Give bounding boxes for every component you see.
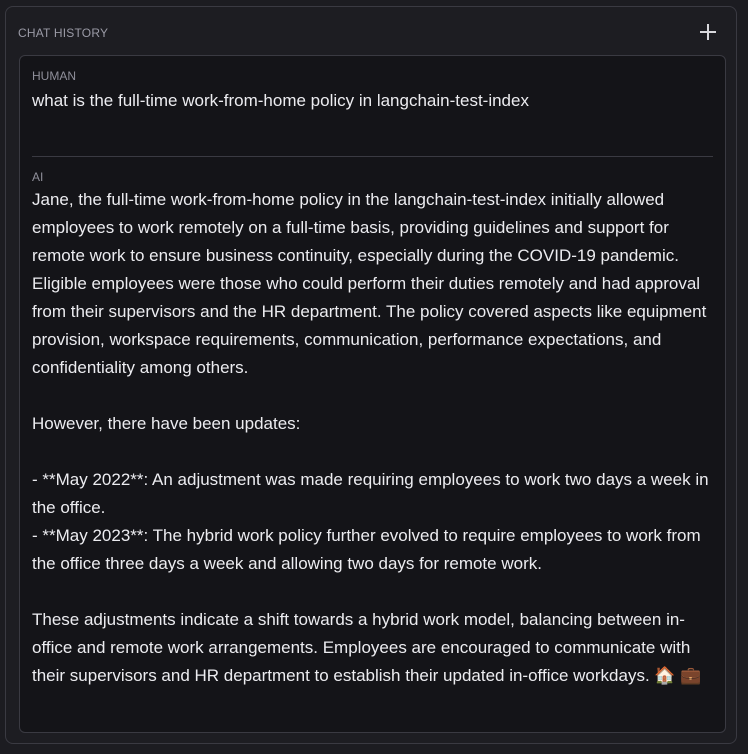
ai-list-item: - **May 2022**: An adjustment was made r… (32, 470, 709, 517)
new-chat-button[interactable] (698, 22, 718, 42)
ai-paragraph: Jane, the full-time work-from-home polic… (32, 190, 707, 377)
chat-messages[interactable]: HUMAN what is the full-time work-from-ho… (19, 55, 726, 733)
human-role-label: HUMAN (32, 69, 76, 83)
ai-message: AI Jane, the full-time work-from-home po… (32, 170, 715, 690)
ai-role-label: AI (32, 170, 44, 184)
ai-message-text: Jane, the full-time work-from-home polic… (32, 186, 715, 690)
human-message-text: what is the full-time work-from-home pol… (32, 91, 529, 110)
panel-title: CHAT HISTORY (18, 26, 109, 40)
ai-list-item: - **May 2023**: The hybrid work policy f… (32, 526, 701, 573)
ai-paragraph: These adjustments indicate a shift towar… (32, 610, 702, 685)
human-message: HUMAN what is the full-time work-from-ho… (32, 69, 713, 115)
chat-history-panel: CHAT HISTORY HUMAN what is the full-time… (5, 6, 737, 744)
panel-header: CHAT HISTORY (18, 22, 724, 43)
message-divider (32, 156, 713, 157)
ai-paragraph: However, there have been updates: (32, 414, 301, 433)
